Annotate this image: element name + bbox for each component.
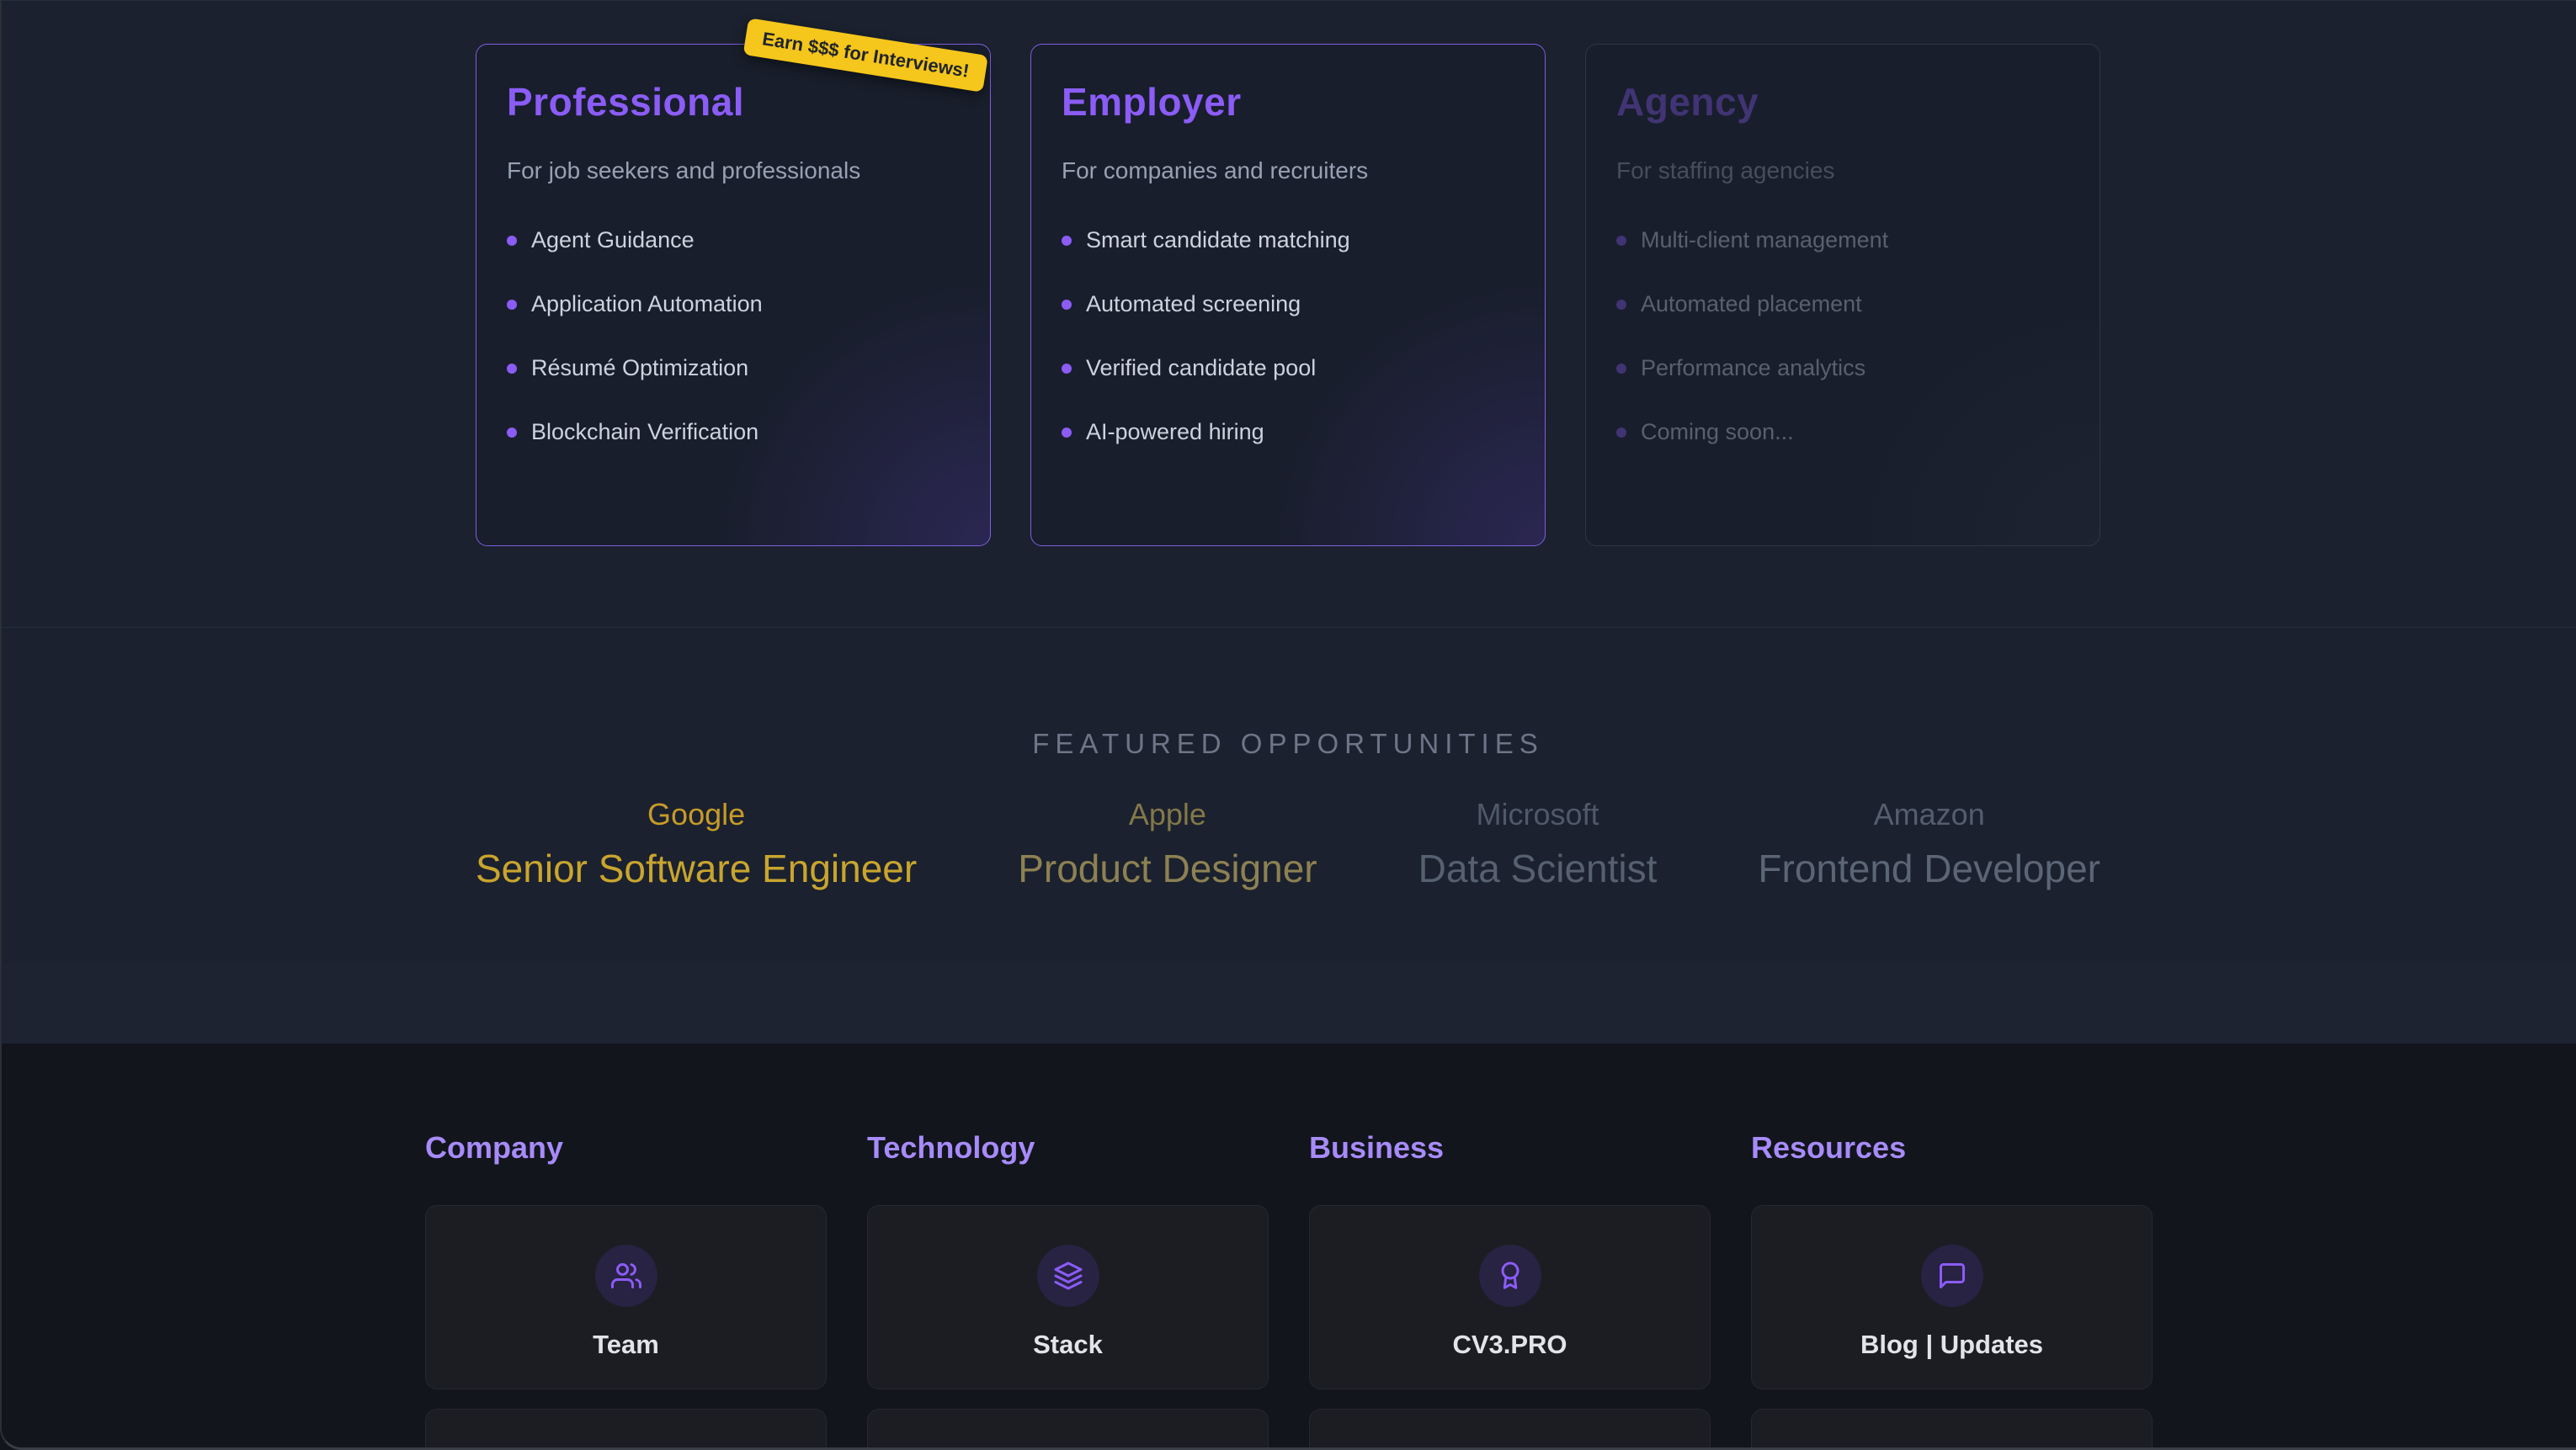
bullet-icon: [507, 300, 517, 310]
plan-card-content: Employer For companies and recruiters Sm…: [1062, 79, 1514, 511]
plan-feature-label: Verified candidate pool: [1086, 355, 1316, 381]
featured-job-microsoft[interactable]: Microsoft Data Scientist: [1418, 797, 1658, 891]
plan-feature: Coming soon...: [1616, 419, 2069, 445]
footer-section: Company Technology Business Resources Te…: [0, 1044, 2576, 1450]
plan-feature-label: Résumé Optimization: [531, 355, 748, 381]
plan-feature-label: AI-powered hiring: [1086, 419, 1264, 445]
layers-icon: [1053, 1261, 1083, 1291]
footer-card-partial[interactable]: [1751, 1409, 2153, 1450]
footer-card-partial[interactable]: [425, 1409, 827, 1450]
message-icon: [1937, 1261, 1967, 1291]
footer-card-label: Team: [593, 1330, 659, 1360]
plan-feature-list: Multi-client management Automated placem…: [1616, 227, 2069, 445]
plans-row: Professional For job seekers and profess…: [0, 44, 2576, 546]
plan-feature: Application Automation: [507, 291, 960, 317]
plan-card-content: Professional For job seekers and profess…: [507, 79, 960, 511]
bullet-icon: [1616, 300, 1626, 310]
job-company: Google: [476, 797, 917, 832]
job-title: Senior Software Engineer: [476, 846, 917, 891]
featured-job-apple[interactable]: Apple Product Designer: [1018, 797, 1317, 891]
bullet-icon: [507, 236, 517, 246]
footer-card-blog-updates[interactable]: Blog | Updates: [1751, 1205, 2153, 1389]
icon-circle: [595, 1245, 657, 1307]
job-title: Data Scientist: [1418, 846, 1658, 891]
plan-title: Agency: [1616, 79, 2069, 125]
footer-card-label: Blog | Updates: [1860, 1330, 2043, 1360]
icon-circle: [1037, 1245, 1099, 1307]
footer-card-stack[interactable]: Stack: [867, 1205, 1269, 1389]
plan-feature: Performance analytics: [1616, 355, 2069, 381]
plan-feature: Automated placement: [1616, 291, 2069, 317]
plan-feature-label: Automated screening: [1086, 291, 1301, 317]
footer-card-partial[interactable]: [1309, 1409, 1711, 1450]
plan-subtitle: For companies and recruiters: [1062, 157, 1514, 184]
footer-header-business: Business: [1309, 1130, 1711, 1166]
users-icon: [611, 1261, 641, 1291]
footer-grid: Company Technology Business Resources Te…: [425, 1130, 2153, 1450]
footer-header-resources: Resources: [1751, 1130, 2153, 1166]
plan-feature: AI-powered hiring: [1062, 419, 1514, 445]
plan-feature-label: Smart candidate matching: [1086, 227, 1350, 253]
plan-feature-label: Coming soon...: [1641, 419, 1794, 445]
plan-feature: Verified candidate pool: [1062, 355, 1514, 381]
plan-feature-label: Performance analytics: [1641, 355, 1865, 381]
plan-feature: Agent Guidance: [507, 227, 960, 253]
footer-card-cv3pro[interactable]: CV3.PRO: [1309, 1205, 1711, 1389]
plan-feature-label: Automated placement: [1641, 291, 1862, 317]
plan-feature-label: Agent Guidance: [531, 227, 695, 253]
bullet-icon: [1616, 428, 1626, 438]
featured-heading: FEATURED OPPORTUNITIES: [0, 728, 2576, 760]
plan-feature-list: Agent Guidance Application Automation Ré…: [507, 227, 960, 445]
plan-feature-label: Multi-client management: [1641, 227, 1888, 253]
plan-feature-label: Application Automation: [531, 291, 763, 317]
plan-title: Professional: [507, 79, 960, 125]
plan-feature: Blockchain Verification: [507, 419, 960, 445]
footer-card-partial[interactable]: [867, 1409, 1269, 1450]
job-company: Apple: [1018, 797, 1317, 832]
bullet-icon: [1062, 364, 1072, 374]
bullet-icon: [1062, 236, 1072, 246]
footer-card-label: Stack: [1033, 1330, 1103, 1360]
award-icon: [1495, 1261, 1525, 1291]
bullet-icon: [1062, 300, 1072, 310]
bullet-icon: [1616, 236, 1626, 246]
bullet-icon: [507, 364, 517, 374]
job-title: Frontend Developer: [1758, 846, 2100, 891]
plan-feature: Smart candidate matching: [1062, 227, 1514, 253]
section-separator-band: [0, 963, 2576, 1044]
plan-feature: Automated screening: [1062, 291, 1514, 317]
job-company: Microsoft: [1418, 797, 1658, 832]
job-title: Product Designer: [1018, 846, 1317, 891]
plan-feature: Résumé Optimization: [507, 355, 960, 381]
plan-feature-label: Blockchain Verification: [531, 419, 758, 445]
plan-subtitle: For staffing agencies: [1616, 157, 2069, 184]
pricing-section: Professional For job seekers and profess…: [0, 0, 2576, 628]
bullet-icon: [1062, 428, 1072, 438]
job-company: Amazon: [1758, 797, 2100, 832]
featured-opportunities-section: FEATURED OPPORTUNITIES Google Senior Sof…: [0, 629, 2576, 962]
plan-subtitle: For job seekers and professionals: [507, 157, 960, 184]
bullet-icon: [1616, 364, 1626, 374]
plan-card-agency: Agency For staffing agencies Multi-clien…: [1585, 44, 2100, 546]
icon-circle: [1921, 1245, 1983, 1307]
plan-card-content: Agency For staffing agencies Multi-clien…: [1616, 79, 2069, 511]
plan-feature-list: Smart candidate matching Automated scree…: [1062, 227, 1514, 445]
featured-jobs-row: Google Senior Software Engineer Apple Pr…: [0, 797, 2576, 891]
footer-header-company: Company: [425, 1130, 827, 1166]
footer-card-label: CV3.PRO: [1452, 1330, 1567, 1360]
footer-card-team[interactable]: Team: [425, 1205, 827, 1389]
plan-title: Employer: [1062, 79, 1514, 125]
icon-circle: [1479, 1245, 1541, 1307]
footer-header-technology: Technology: [867, 1130, 1269, 1166]
plan-card-professional[interactable]: Professional For job seekers and profess…: [476, 44, 991, 546]
plan-feature: Multi-client management: [1616, 227, 2069, 253]
plan-card-employer[interactable]: Employer For companies and recruiters Sm…: [1030, 44, 1546, 546]
featured-job-google[interactable]: Google Senior Software Engineer: [476, 797, 917, 891]
bullet-icon: [507, 428, 517, 438]
featured-job-amazon[interactable]: Amazon Frontend Developer: [1758, 797, 2100, 891]
